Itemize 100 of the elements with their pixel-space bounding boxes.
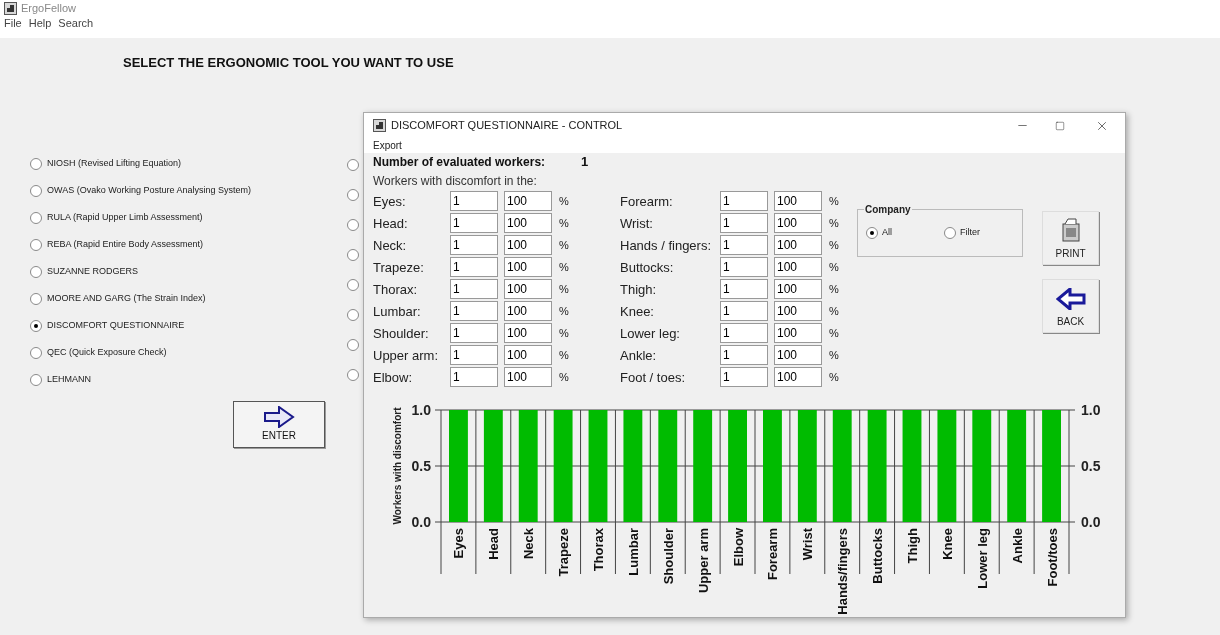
option-label: SUZANNE RODGERS: [47, 264, 138, 278]
percent-field[interactable]: 100: [504, 323, 552, 343]
menu-item[interactable]: Export: [373, 138, 402, 153]
y-tick-label: 1.0: [1081, 402, 1101, 418]
y-axis-label: Workers with discomfort: [392, 407, 403, 525]
radio-button[interactable]: [347, 249, 359, 261]
radio-button[interactable]: [30, 238, 42, 251]
percent-field[interactable]: 100: [774, 301, 822, 321]
count-field[interactable]: 1: [720, 367, 768, 387]
page-heading: SELECT THE ERGONOMIC TOOL YOU WANT TO USE: [123, 54, 454, 72]
count-field[interactable]: 1: [720, 279, 768, 299]
field-label: Lumbar:: [373, 303, 422, 321]
evaluated-workers-label: Number of evaluated workers:: [373, 154, 547, 171]
percent-unit: %: [829, 326, 840, 341]
back-button[interactable]: BACK: [1042, 279, 1099, 333]
field-label: Forearm:: [620, 193, 674, 211]
radio-button[interactable]: [30, 265, 42, 278]
radio-button[interactable]: [866, 226, 878, 239]
radio-button[interactable]: [347, 219, 359, 231]
radio-button[interactable]: [30, 346, 42, 359]
option-label: Filter: [960, 226, 980, 239]
menu-item[interactable]: File: [4, 14, 22, 32]
group-title: Company: [864, 202, 912, 217]
radio-button[interactable]: [347, 159, 359, 171]
option-label: MOORE AND GARG (The Strain Index): [47, 291, 206, 305]
x-tick-label: Thigh: [905, 528, 920, 564]
percent-field[interactable]: 100: [504, 235, 552, 255]
percent-field[interactable]: 100: [774, 257, 822, 277]
radio-button[interactable]: [347, 369, 359, 381]
app-icon: [373, 119, 386, 132]
menu-item[interactable]: Search: [58, 14, 94, 32]
percent-unit: %: [829, 304, 840, 319]
radio-button[interactable]: [30, 184, 42, 197]
count-field[interactable]: 1: [450, 323, 498, 343]
percent-field[interactable]: 100: [504, 279, 552, 299]
percent-field[interactable]: 100: [504, 213, 552, 233]
x-tick-label: Knee: [939, 528, 955, 560]
count-field[interactable]: 1: [450, 235, 498, 255]
count-field[interactable]: 1: [720, 235, 768, 255]
count-field[interactable]: 1: [450, 191, 498, 211]
count-field[interactable]: 1: [450, 367, 498, 387]
percent-field[interactable]: 100: [774, 235, 822, 255]
percent-field[interactable]: 100: [504, 191, 552, 211]
field-label: Upper arm:: [373, 347, 440, 365]
evaluated-workers-value: 1: [581, 153, 589, 172]
radio-button[interactable]: [347, 279, 359, 291]
radio-button[interactable]: [347, 339, 359, 351]
count-field[interactable]: 1: [720, 301, 768, 321]
count-field[interactable]: 1: [720, 213, 768, 233]
count-field[interactable]: 1: [450, 213, 498, 233]
percent-field[interactable]: 100: [504, 301, 552, 321]
count-field[interactable]: 1: [450, 279, 498, 299]
percent-unit: %: [559, 370, 570, 385]
count-field[interactable]: 1: [450, 257, 498, 277]
percent-field[interactable]: 100: [774, 213, 822, 233]
field-label: Buttocks:: [620, 259, 675, 277]
y-tick-label: 0.5: [411, 458, 431, 474]
radio-button[interactable]: [944, 226, 956, 239]
count-field[interactable]: 1: [720, 191, 768, 211]
x-tick-label: Hands/fingers: [835, 528, 851, 615]
field-label: Thorax:: [373, 281, 419, 299]
count-field[interactable]: 1: [720, 345, 768, 365]
percent-unit: %: [829, 216, 840, 231]
radio-button[interactable]: [30, 319, 42, 332]
menu-item[interactable]: Help: [28, 14, 52, 32]
count-field[interactable]: 1: [720, 323, 768, 343]
count-field[interactable]: 1: [720, 257, 768, 277]
option-label: RULA (Rapid Upper Limb Assessment): [47, 210, 203, 224]
option-label: NIOSH (Revised Lifting Equation): [47, 156, 182, 170]
radio-button[interactable]: [347, 189, 359, 201]
left-arrow-icon: [1055, 288, 1086, 310]
percent-unit: %: [559, 238, 570, 253]
percent-field[interactable]: 100: [774, 279, 822, 299]
radio-button[interactable]: [30, 292, 42, 305]
percent-field[interactable]: 100: [774, 367, 822, 387]
percent-unit: %: [559, 216, 570, 231]
x-tick-label: Trapeze: [556, 528, 572, 577]
count-field[interactable]: 1: [450, 301, 498, 321]
y-tick-label: 0.0: [1081, 514, 1101, 530]
field-label: Hands / fingers:: [620, 237, 713, 255]
print-button[interactable]: PRINT: [1042, 211, 1099, 265]
y-tick-label: 0.5: [1081, 458, 1101, 474]
percent-unit: %: [559, 260, 570, 275]
percent-field[interactable]: 100: [504, 257, 552, 277]
count-field[interactable]: 1: [450, 345, 498, 365]
field-label: Ankle:: [620, 347, 658, 365]
radio-button[interactable]: [30, 373, 42, 386]
percent-field[interactable]: 100: [774, 345, 822, 365]
enter-button[interactable]: ENTER: [233, 401, 325, 448]
x-tick-label: Neck: [521, 528, 537, 560]
percent-field[interactable]: 100: [774, 323, 822, 343]
percent-field[interactable]: 100: [774, 191, 822, 211]
option-label: LEHMANN: [47, 372, 91, 386]
percent-field[interactable]: 100: [504, 367, 552, 387]
radio-button[interactable]: [347, 309, 359, 321]
percent-field[interactable]: 100: [504, 345, 552, 365]
radio-button[interactable]: [30, 211, 42, 224]
field-label: Head:: [373, 215, 409, 233]
percent-unit: %: [559, 348, 570, 363]
radio-button[interactable]: [30, 157, 42, 170]
